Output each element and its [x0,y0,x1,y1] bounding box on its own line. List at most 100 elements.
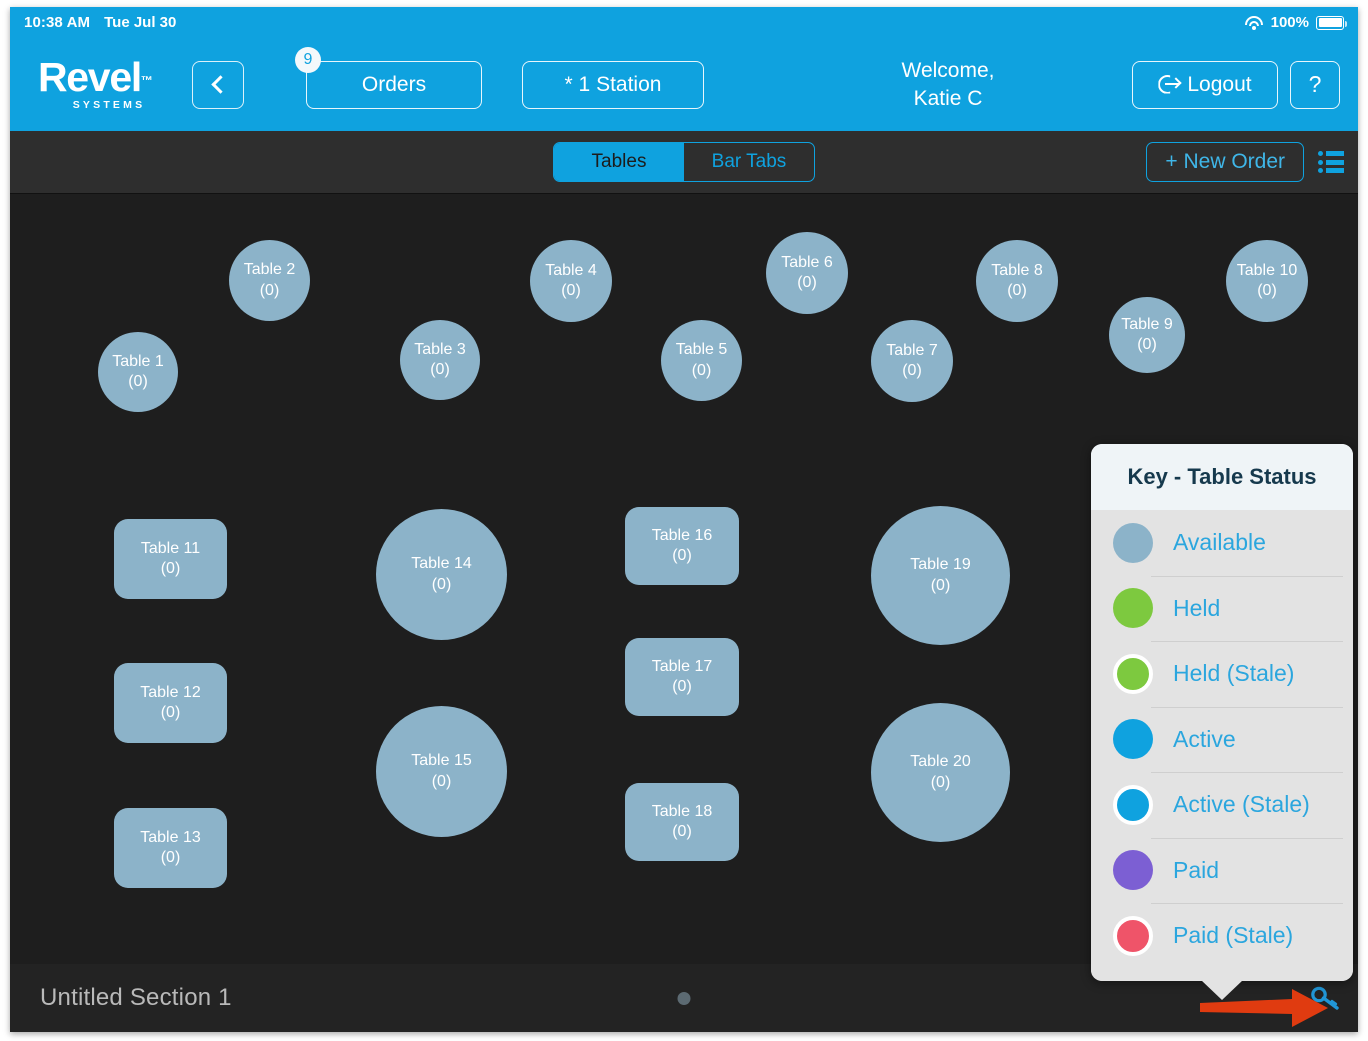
page-indicator-dot[interactable] [677,991,691,1005]
key-items-list: Available Held Held (Stale) Active Active (S… [1091,510,1353,981]
ios-status-bar: 10:38 AM Tue Jul 30 100% [10,7,1358,38]
logout-button[interactable]: Logout [1132,60,1278,109]
key-item: Active [1091,706,1353,773]
table-guest-count: (0) [691,361,712,379]
floor-table[interactable]: Table 9 (0) [1109,297,1185,373]
logout-label: Logout [1187,72,1252,96]
floor-table[interactable]: Table 16 (0) [625,507,739,585]
floor-table[interactable]: Table 3 (0) [400,320,480,400]
key-item: Active (Stale) [1091,772,1353,838]
tab-bar-tabs[interactable]: Bar Tabs [684,143,814,181]
floor-table[interactable]: Table 1 (0) [98,332,178,412]
status-label: Paid [1173,856,1220,883]
floor-table[interactable]: Table 14 (0) [376,509,507,640]
trademark-symbol: ™ [140,73,153,88]
table-guest-count: (0) [128,373,148,390]
welcome-message: Welcome, Katie C [704,57,1132,113]
table-guest-count: (0) [930,576,951,594]
floor-table[interactable]: Table 10 (0) [1226,240,1308,322]
table-guest-count: (0) [431,575,452,593]
floor-table[interactable]: Table 2 (0) [229,240,310,321]
floor-table[interactable]: Table 6 (0) [766,232,848,314]
status-label: Available [1173,529,1266,556]
table-name: Table 4 [545,261,597,279]
orders-button-wrapper: 9 Orders [295,46,482,109]
key-icon[interactable] [1310,985,1340,1011]
key-item: Held (Stale) [1091,641,1353,707]
table-name: Table 2 [243,261,296,279]
status-right-group: 100% [1245,14,1347,31]
key-item: Paid [1091,837,1353,904]
app-header: Revel™ SYSTEMS 9 Orders * 1 Station Welc… [10,38,1358,131]
view-segmented-control: Tables Bar Tabs [553,142,815,182]
orders-button[interactable]: Orders [306,60,482,109]
table-name: Table 15 [411,752,472,770]
table-guest-count: (0) [1257,282,1277,299]
table-guest-count: (0) [431,772,452,790]
table-name: Table 16 [651,526,713,544]
floor-table[interactable]: Table 11 (0) [114,519,227,599]
floor-table[interactable]: Table 4 (0) [530,240,612,322]
orders-count-badge: 9 [295,46,321,73]
floor-table[interactable]: Table 15 (0) [376,706,507,837]
welcome-greeting: Welcome, [901,58,995,82]
help-button[interactable]: ? [1290,60,1340,109]
table-name: Table 14 [411,555,472,573]
status-color-swatch [1113,850,1153,891]
floor-table[interactable]: Table 20 (0) [871,703,1010,842]
table-name: Table 1 [112,352,164,370]
table-guest-count: (0) [1137,336,1157,353]
floor-table[interactable]: Table 5 (0) [661,320,742,401]
table-name: Table 9 [1121,315,1173,333]
table-name: Table 18 [651,802,713,820]
table-guest-count: (0) [561,282,581,299]
view-toolbar: Tables Bar Tabs + New Order [10,131,1358,194]
table-guest-count: (0) [160,704,181,721]
logout-icon [1158,74,1183,96]
table-guest-count: (0) [930,773,951,791]
status-color-swatch [1113,719,1153,760]
floor-table[interactable]: Table 7 (0) [871,320,953,402]
floor-table[interactable]: Table 12 (0) [114,663,227,743]
table-guest-count: (0) [430,361,450,378]
table-name: Table 7 [886,341,938,359]
table-name: Table 3 [414,340,466,358]
table-guest-count: (0) [902,362,922,379]
floor-table[interactable]: Table 13 (0) [114,808,227,888]
floor-table[interactable]: Table 19 (0) [871,506,1010,645]
tab-tables[interactable]: Tables [554,143,684,181]
status-label: Held [1173,594,1221,621]
table-guest-count: (0) [160,560,181,577]
station-button[interactable]: * 1 Station [522,60,704,109]
status-color-swatch [1113,784,1153,825]
table-guest-count: (0) [672,823,692,840]
table-name: Table 5 [675,341,728,359]
table-name: Table 12 [140,683,201,701]
wifi-icon [1245,15,1264,30]
popover-tail [1201,979,1243,1000]
table-guest-count: (0) [259,281,280,299]
list-view-icon[interactable] [1318,151,1344,173]
floor-table[interactable]: Table 17 (0) [625,638,739,716]
status-label: Held (Stale) [1173,660,1295,687]
chevron-left-icon [210,75,230,94]
new-order-button[interactable]: + New Order [1146,142,1304,182]
status-color-swatch [1113,915,1153,956]
table-name: Table 10 [1236,261,1298,279]
table-name: Table 13 [140,828,201,846]
floor-table[interactable]: Table 18 (0) [625,783,739,861]
logo-wordmark: Revel [38,54,142,101]
status-time: 10:38 AM [24,14,91,31]
table-guest-count: (0) [160,849,181,866]
floor-table[interactable]: Table 8 (0) [976,240,1058,322]
status-label: Active (Stale) [1173,791,1310,818]
key-title: Key - Table Status [1091,444,1353,510]
status-color-swatch [1113,522,1153,563]
key-item: Available [1091,510,1353,576]
status-label: Active [1173,725,1236,752]
table-name: Table 6 [781,253,833,271]
table-guest-count: (0) [672,678,692,695]
table-guest-count: (0) [797,274,817,291]
back-button[interactable] [192,60,244,109]
table-guest-count: (0) [672,547,692,564]
